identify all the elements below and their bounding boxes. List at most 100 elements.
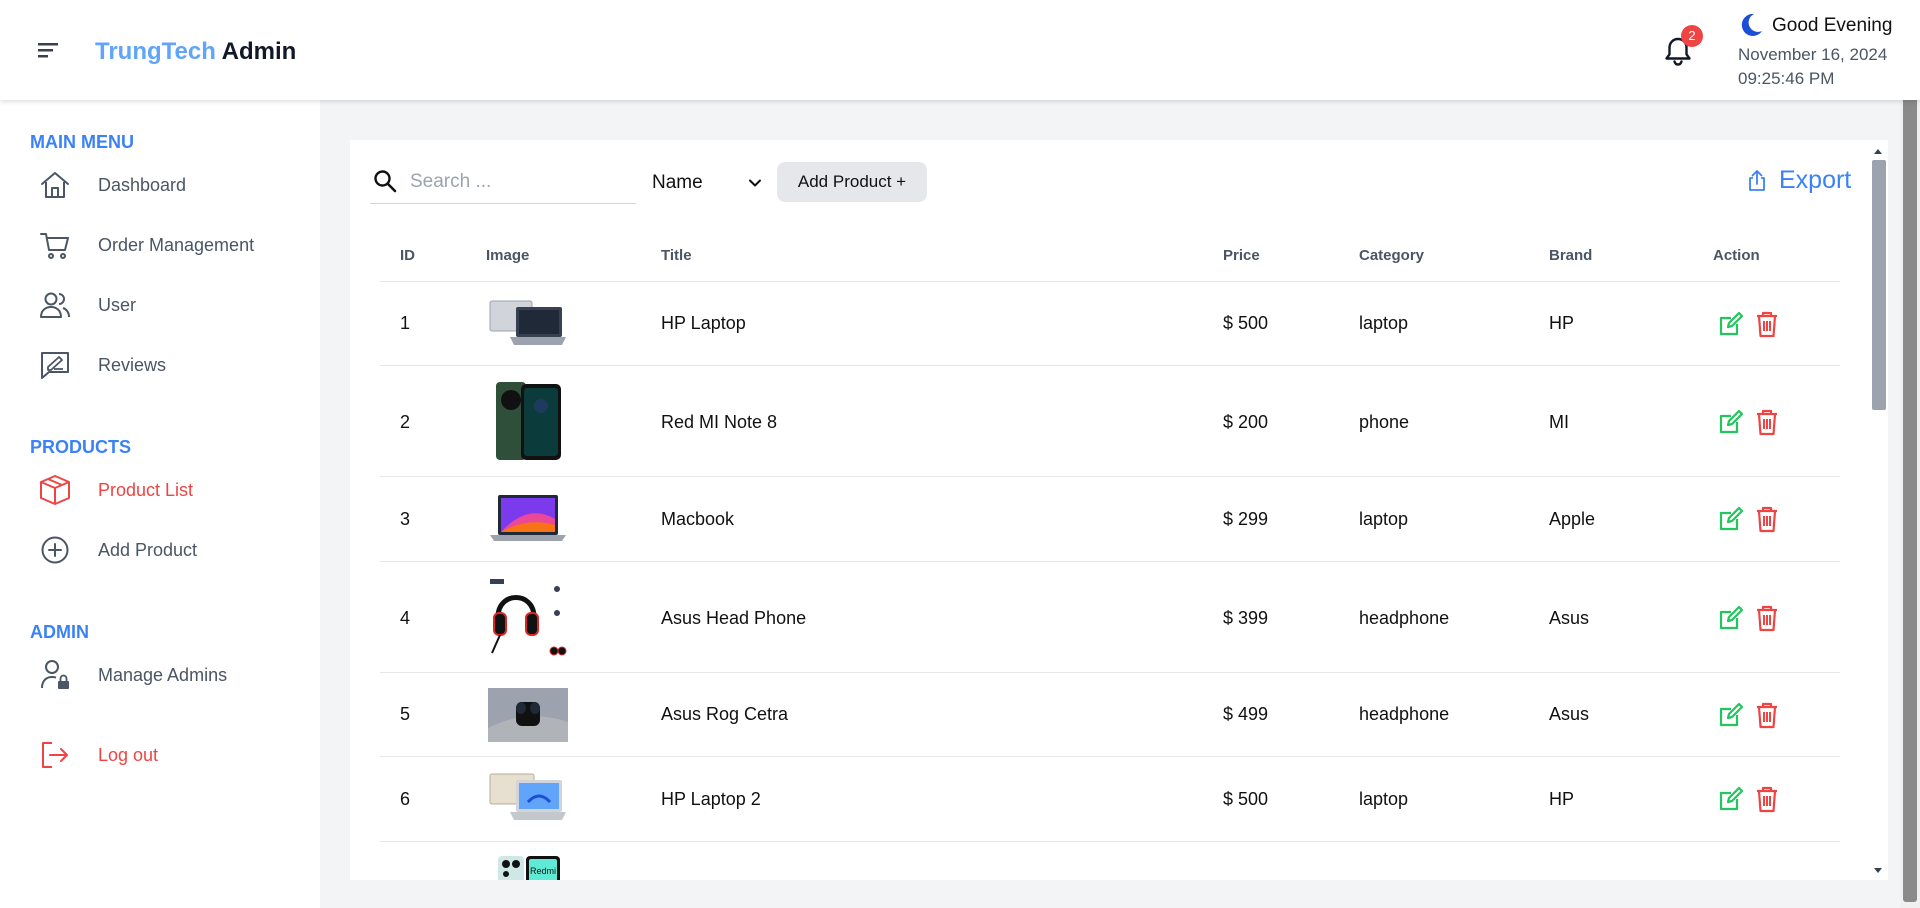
sidebar-item-manage-admins[interactable]: Manage Admins (38, 655, 227, 695)
edit-icon[interactable] (1717, 785, 1745, 813)
edit-icon[interactable] (1717, 604, 1745, 632)
sidebar-item-label: Reviews (98, 354, 167, 375)
cell-id: 1 (400, 313, 411, 333)
sidebar-item-label: Add Product (98, 539, 198, 560)
cell-brand: HP (1549, 313, 1575, 333)
current-time: 09:25:46 PM (1738, 69, 1835, 88)
scroll-up-arrow[interactable] (1872, 146, 1884, 156)
trash-icon[interactable] (1753, 701, 1781, 729)
export-label: Export (1779, 166, 1852, 194)
cell-category: phone (1359, 412, 1410, 432)
cell-id: 4 (400, 608, 411, 628)
cell-price: $ 500 (1223, 789, 1269, 809)
search-field-select[interactable]: Name (650, 166, 770, 200)
table-row: 1 HP Laptop $ 500 laptop HP (380, 282, 1840, 366)
chevron-down-icon (749, 179, 761, 187)
sidebar-item-label: Order Management (98, 234, 255, 255)
trash-icon[interactable] (1753, 785, 1781, 813)
cell-title: HP Laptop 2 (661, 789, 761, 809)
product-list-card: Name Add Product + Export ID Image Title… (350, 140, 1888, 880)
cell-brand: HP (1549, 789, 1575, 809)
trash-icon[interactable] (1753, 604, 1781, 632)
table-header: ID Image Title Price Category Brand Acti… (380, 230, 1840, 282)
box-icon (40, 475, 70, 505)
edit-icon[interactable] (1717, 505, 1745, 533)
cell-price: $ 499 (1223, 704, 1269, 724)
cell-category: laptop (1359, 789, 1409, 809)
section-main-menu: MAIN MENU (30, 132, 134, 152)
cell-category: laptop (1359, 509, 1409, 529)
cell-brand: MI (1549, 412, 1569, 432)
column-header-price[interactable]: Price (1223, 247, 1260, 264)
table-row: 4 Asus Head Phone $ 399 headphone Asus (380, 562, 1840, 673)
column-header-image[interactable]: Image (486, 247, 529, 264)
section-admin: ADMIN (30, 622, 89, 642)
table-row: 6 HP Laptop 2 $ 500 laptop HP (380, 757, 1840, 842)
column-header-title[interactable]: Title (661, 247, 692, 264)
menu-icon[interactable] (34, 36, 64, 64)
edit-icon[interactable] (1717, 701, 1745, 729)
product-image-phone-redmi[interactable]: Redmi (488, 856, 568, 880)
table-row: 2 Red MI Note 8 $ 200 phone MI (380, 366, 1840, 477)
cell-id: 6 (400, 789, 411, 809)
logout-button[interactable]: Log out (38, 735, 158, 775)
column-header-action: Action (1713, 247, 1760, 264)
product-image-laptop-2[interactable] (488, 772, 568, 826)
sidebar-item-order-management[interactable]: Order Management (38, 225, 254, 265)
cell-category: headphone (1359, 704, 1450, 724)
product-image-laptop[interactable] (488, 297, 568, 351)
reviews-icon (41, 352, 69, 379)
greeting-text: Good Evening (1772, 15, 1893, 36)
sidebar-item-label: Dashboard (98, 174, 187, 195)
sidebar-item-reviews[interactable]: Reviews (38, 345, 166, 385)
product-image-phone[interactable] (488, 380, 568, 462)
trash-icon[interactable] (1753, 408, 1781, 436)
brand-logo[interactable]: TrungTech Admin (95, 38, 296, 66)
cell-price: $ 500 (1223, 313, 1269, 333)
edit-icon[interactable] (1717, 408, 1745, 436)
sidebar: MAIN MENU Dashboard Order Management Use… (0, 100, 320, 908)
page-scrollbar-thumb[interactable] (1903, 6, 1917, 902)
moon-icon (1741, 13, 1762, 36)
brand-name: TrungTech (95, 38, 216, 65)
cell-price: $ 200 (1223, 412, 1269, 432)
cell-id: 2 (400, 412, 411, 432)
trash-icon[interactable] (1753, 505, 1781, 533)
edit-icon[interactable] (1717, 310, 1745, 338)
notification-badge: 2 (1681, 25, 1703, 47)
trash-icon[interactable] (1753, 310, 1781, 338)
cart-icon (40, 233, 69, 259)
search-box (370, 162, 636, 204)
users-icon (40, 292, 70, 318)
export-button[interactable]: Export (1745, 166, 1851, 195)
column-header-id[interactable]: ID (400, 247, 415, 264)
sidebar-item-user[interactable]: User (38, 285, 136, 325)
logout-label: Log out (98, 744, 159, 765)
table-row: 5 Asus Rog Cetra $ 499 headphone Asus (380, 673, 1840, 757)
column-header-category[interactable]: Category (1359, 247, 1424, 264)
redmi-label: Redmi (530, 866, 556, 876)
product-image-earbuds[interactable] (488, 688, 568, 742)
cell-title: HP Laptop (661, 313, 746, 333)
logout-icon (42, 742, 68, 768)
column-header-brand[interactable]: Brand (1549, 247, 1592, 264)
search-input[interactable] (410, 166, 630, 198)
export-icon (1749, 169, 1765, 191)
current-date: November 16, 2024 (1738, 45, 1888, 64)
brand-suffix: Admin (221, 38, 297, 65)
product-image-headphone[interactable] (488, 577, 568, 659)
cell-category: laptop (1359, 313, 1409, 333)
table-scrollbar-thumb[interactable] (1872, 160, 1886, 410)
product-image-macbook[interactable] (488, 493, 568, 545)
scroll-down-arrow[interactable] (1872, 866, 1884, 876)
section-products: PRODUCTS (30, 437, 132, 457)
sidebar-item-add-product[interactable]: Add Product (38, 530, 197, 570)
sidebar-item-label: Product List (98, 479, 194, 500)
sidebar-item-dashboard[interactable]: Dashboard (38, 165, 186, 205)
sidebar-item-label: Manage Admins (98, 664, 228, 685)
sidebar-item-product-list[interactable]: Product List (38, 470, 193, 510)
cell-title: Red MI Note 8 (661, 412, 778, 432)
add-product-button[interactable]: Add Product + (777, 162, 927, 202)
cell-brand: Asus (1549, 704, 1590, 724)
main-content: Name Add Product + Export ID Image Title… (320, 100, 1900, 908)
